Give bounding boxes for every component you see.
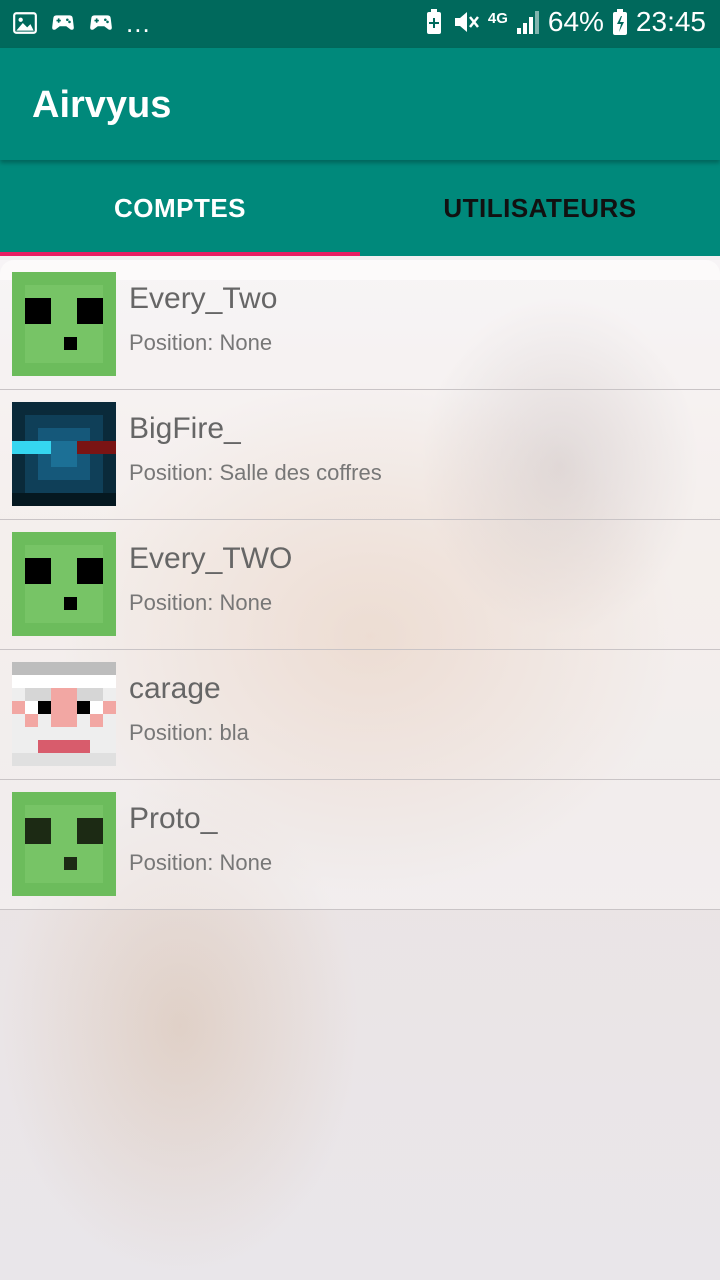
avatar <box>12 662 116 766</box>
list-item[interactable]: Every_TWO Position: None <box>0 520 720 650</box>
avatar <box>12 272 116 376</box>
notification-overflow: ... <box>126 8 151 38</box>
tab-comptes[interactable]: COMPTES <box>0 160 360 256</box>
account-name: Every_Two <box>129 282 278 315</box>
network-type: 4G <box>487 10 508 27</box>
account-name: BigFire_ <box>129 412 241 445</box>
gamepad-icon <box>52 15 74 30</box>
accounts-list: Every_Two Position: None BigFire_ Positi… <box>0 260 720 910</box>
list-item[interactable]: carage Position: bla <box>0 650 720 780</box>
signal-icon <box>516 11 539 34</box>
clock: 23:45 <box>635 6 706 37</box>
gamepad-icon <box>90 15 112 30</box>
avatar <box>12 532 116 636</box>
account-name: carage <box>129 672 221 705</box>
avatar <box>12 792 116 896</box>
account-position: Position: Salle des coffres <box>129 460 382 485</box>
list-item[interactable]: BigFire_ Position: Salle des coffres <box>0 390 720 520</box>
list-item[interactable]: Proto_ Position: None <box>0 780 720 910</box>
account-position: Position: None <box>129 590 273 615</box>
battery-percent: 64% <box>547 6 604 37</box>
image-icon <box>13 12 37 34</box>
battery-saver-icon <box>426 9 441 34</box>
account-name: Proto_ <box>129 802 218 835</box>
account-position: Position: None <box>129 330 273 355</box>
tab-indicator <box>0 252 360 256</box>
account-name: Every_TWO <box>129 542 293 575</box>
tab-utilisateurs[interactable]: UTILISATEURS <box>360 160 720 256</box>
tab-bar: COMPTES UTILISATEURS <box>0 160 720 256</box>
mute-icon <box>454 12 479 32</box>
account-position: Position: None <box>129 850 273 875</box>
battery-icon <box>612 9 627 35</box>
status-bar: ... 4G 64% 23:45 <box>0 0 720 48</box>
avatar <box>12 402 116 506</box>
app-bar: Airvyus <box>0 48 720 160</box>
account-position: Position: bla <box>129 720 249 745</box>
list-item[interactable]: Every_Two Position: None <box>0 260 720 390</box>
app-title: Airvyus <box>32 84 172 126</box>
